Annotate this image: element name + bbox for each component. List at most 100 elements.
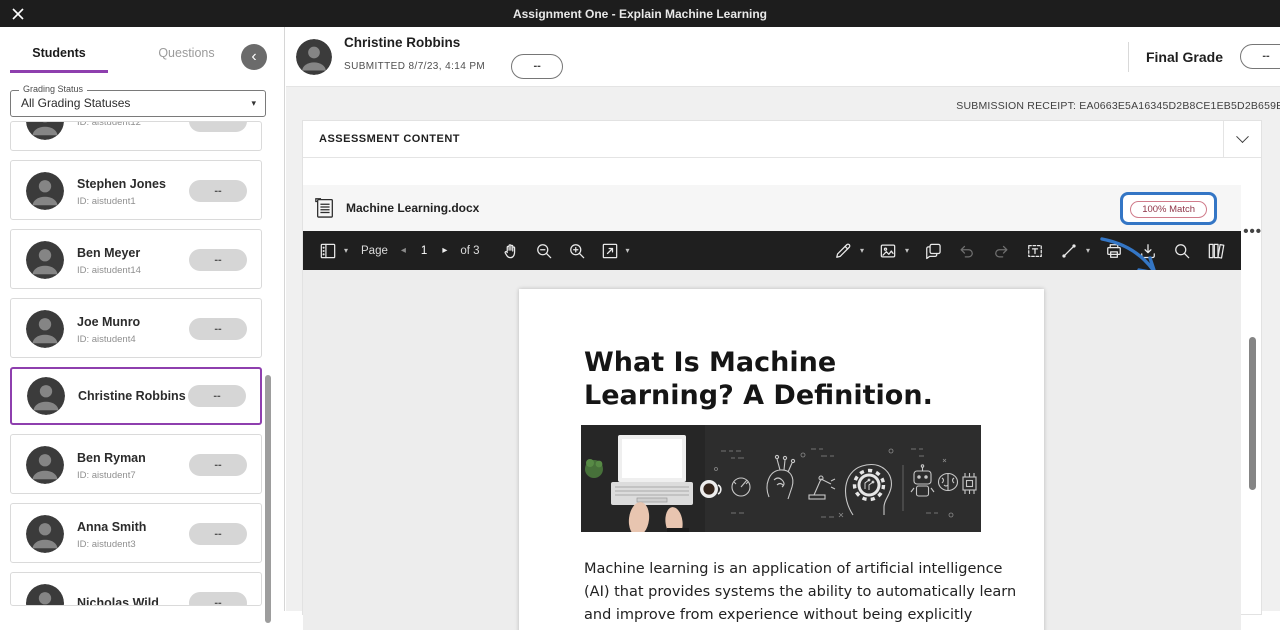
caret-down-icon[interactable]: ▾ <box>905 246 909 255</box>
download-icon[interactable] <box>1138 241 1158 261</box>
chevron-down-icon <box>1236 130 1249 143</box>
student-row-joe-munro[interactable]: Joe Munro ID: aistudent4 -- <box>10 298 262 358</box>
page-number-input[interactable]: 1 <box>419 245 429 257</box>
sidebar-scrollbar[interactable] <box>265 375 271 623</box>
student-name: Ben Ryman <box>77 451 146 465</box>
redo-icon <box>991 241 1011 261</box>
attempt-grade-pill[interactable]: -- <box>511 54 563 79</box>
thumbnails-panel-icon[interactable] <box>318 241 338 261</box>
text-annotation-icon[interactable] <box>1025 241 1045 261</box>
student-row-ben-ryman[interactable]: Ben Ryman ID: aistudent7 -- <box>10 434 262 494</box>
final-grade-label: Final Grade <box>1146 49 1223 65</box>
student-row-christine-robbins-selected[interactable]: Christine Robbins -- <box>10 367 262 425</box>
grading-status-select[interactable]: Grading Status All Grading Statuses ▾ <box>10 90 266 117</box>
window-titlebar: Assignment One - Explain Machine Learnin… <box>0 0 1280 27</box>
avatar <box>26 515 64 553</box>
caret-down-icon[interactable]: ▾ <box>1086 246 1090 255</box>
document-menu-button[interactable]: ••• <box>1243 223 1262 240</box>
line-tool-icon[interactable] <box>1059 241 1079 261</box>
print-icon[interactable] <box>1104 241 1124 261</box>
final-grade-pill[interactable]: -- <box>1240 44 1280 69</box>
library-books-icon[interactable] <box>1206 241 1226 261</box>
document-card: Machine Learning.docx 100% Match ••• <box>303 185 1261 630</box>
content-background: SUBMISSION RECEIPT: EA0663E5A16345D2B8CE… <box>286 87 1280 611</box>
avatar <box>26 172 64 210</box>
student-list: ID: aistudent12 -- Stephen Jones ID: ais… <box>0 121 284 606</box>
student-name: Joe Munro <box>77 315 140 329</box>
page-label: Page <box>361 245 388 257</box>
viewer-scrollbar[interactable] <box>1249 337 1256 490</box>
student-id: ID: aistudent4 <box>77 334 140 345</box>
document-header: Machine Learning.docx 100% Match <box>303 185 1241 231</box>
sidebar-collapse-button[interactable]: ‹ <box>241 44 267 70</box>
fit-to-page-icon[interactable] <box>600 241 620 261</box>
machine-learning-chalkboard-image <box>581 425 981 532</box>
avatar <box>26 310 64 348</box>
student-row-ben-meyer[interactable]: Ben Meyer ID: aistudent14 -- <box>10 229 262 289</box>
body-line: (AI) that provides systems the ability t… <box>584 581 1044 604</box>
divider <box>1128 42 1129 72</box>
submission-receipt: SUBMISSION RECEIPT: EA0663E5A16345D2B8CE… <box>956 100 1280 112</box>
student-name: Nicholas Wild <box>77 596 159 606</box>
comments-icon[interactable] <box>923 241 943 261</box>
grade-pill[interactable]: -- <box>188 385 246 407</box>
body-line: Machine learning is an application of ar… <box>584 558 1044 581</box>
pan-hand-icon[interactable] <box>501 241 521 261</box>
avatar <box>26 241 64 279</box>
caret-down-icon[interactable]: ▾ <box>344 246 348 255</box>
avatar <box>26 584 64 606</box>
document-icon <box>314 196 336 220</box>
zoom-in-icon[interactable] <box>567 241 587 261</box>
collapse-section-button[interactable] <box>1223 121 1261 157</box>
student-row-stephen-jones[interactable]: Stephen Jones ID: aistudent1 -- <box>10 160 262 220</box>
student-id: ID: aistudent14 <box>77 265 141 276</box>
grade-pill[interactable]: -- <box>189 249 247 271</box>
body-line: and improve from experience without bein… <box>584 604 1044 627</box>
caret-down-icon[interactable]: ▾ <box>860 246 864 255</box>
student-id: ID: aistudent12 <box>77 121 141 128</box>
annotation-highlight-box: 100% Match <box>1120 192 1217 225</box>
document-title-line2: Learning? A Definition. <box>584 379 986 412</box>
submission-student-name: Christine Robbins <box>344 35 563 50</box>
student-id: ID: aistudent1 <box>77 196 166 207</box>
grade-pill[interactable]: -- <box>189 318 247 340</box>
prev-page-icon[interactable]: ◂ <box>401 245 406 256</box>
grade-pill[interactable]: -- <box>189 523 247 545</box>
submission-header: Christine Robbins SUBMITTED 8/7/23, 4:14… <box>286 27 1280 87</box>
search-icon[interactable] <box>1172 241 1192 261</box>
document-body-text: Machine learning is an application of ar… <box>584 558 1044 627</box>
student-row-partial[interactable]: ID: aistudent12 -- <box>10 121 262 151</box>
grade-pill[interactable]: -- <box>189 180 247 202</box>
assessment-content-title: ASSESSMENT CONTENT <box>319 133 460 145</box>
document-viewer-toolbar: ▾ Page ◂ 1 ▸ of 3 <box>303 231 1241 270</box>
document-viewer[interactable]: What Is Machine Learning? A Definition. <box>303 270 1241 630</box>
avatar <box>26 446 64 484</box>
main-panel: Christine Robbins SUBMITTED 8/7/23, 4:14… <box>286 27 1280 611</box>
grading-status-label: Grading Status <box>19 84 87 94</box>
student-row-nicholas-wild[interactable]: Nicholas Wild -- <box>10 572 262 606</box>
originality-match-badge[interactable]: 100% Match <box>1130 201 1207 218</box>
next-page-icon[interactable]: ▸ <box>442 245 447 256</box>
tab-students[interactable]: Students <box>10 46 108 73</box>
insert-image-icon[interactable] <box>878 241 898 261</box>
student-name: Stephen Jones <box>77 177 166 191</box>
student-name: Ben Meyer <box>77 246 140 260</box>
sidebar-tabs: Students Questions ‹ <box>0 27 284 77</box>
caret-down-icon[interactable]: ▾ <box>626 246 630 255</box>
avatar <box>26 121 64 140</box>
annotate-pen-icon[interactable] <box>833 241 853 261</box>
grade-pill[interactable]: -- <box>189 592 247 606</box>
document-page: What Is Machine Learning? A Definition. <box>519 289 1044 630</box>
grading-status-value: All Grading Statuses <box>11 91 265 116</box>
document-title: What Is Machine Learning? A Definition. <box>584 346 986 412</box>
tab-questions[interactable]: Questions <box>138 46 234 60</box>
student-name: Anna Smith <box>77 520 146 534</box>
page-total-label: of 3 <box>460 245 479 257</box>
undo-icon <box>957 241 977 261</box>
zoom-out-icon[interactable] <box>534 241 554 261</box>
grade-pill[interactable]: -- <box>189 121 247 132</box>
student-row-anna-smith[interactable]: Anna Smith ID: aistudent3 -- <box>10 503 262 563</box>
document-title-line1: What Is Machine <box>584 346 986 379</box>
grade-pill[interactable]: -- <box>189 454 247 476</box>
submitted-timestamp: SUBMITTED 8/7/23, 4:14 PM <box>344 61 485 72</box>
